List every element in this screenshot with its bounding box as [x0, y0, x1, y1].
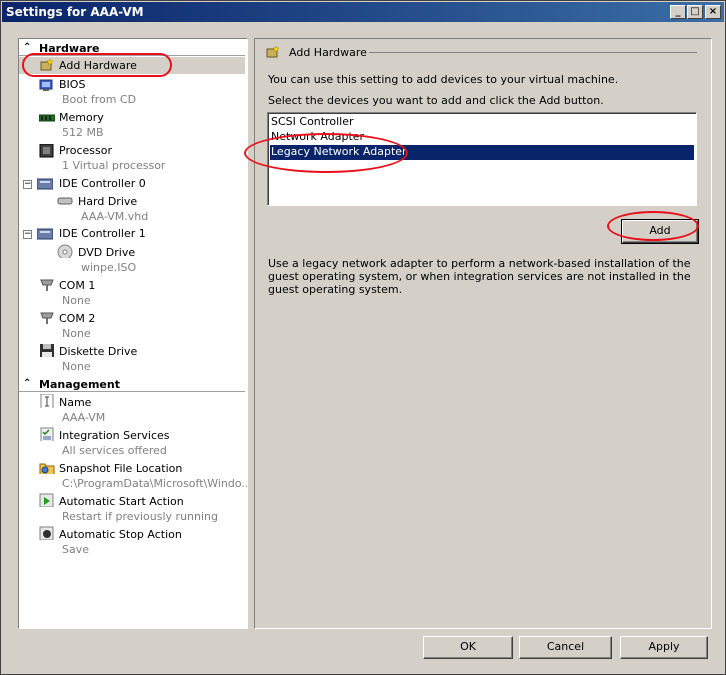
apply-button[interactable]: Apply	[620, 636, 708, 659]
tree-item-value: AAA-VM.vhd	[81, 210, 149, 223]
list-item[interactable]: SCSI Controller	[270, 115, 694, 130]
maximize-button[interactable]: □	[687, 5, 703, 19]
divider	[19, 391, 245, 392]
tree-item-label: COM 1	[59, 279, 96, 292]
tree-item-label: Diskette Drive	[59, 345, 138, 358]
collapse-toggle[interactable]: −	[23, 180, 32, 189]
device-description: Use a legacy network adapter to perform …	[268, 257, 691, 296]
bios-icon	[39, 79, 53, 91]
pane-splitter[interactable]	[249, 38, 253, 629]
tree-item-label: Processor	[59, 144, 112, 157]
collapse-chevron-icon[interactable]: ⌃	[23, 378, 31, 389]
tree-item-value: None	[62, 327, 91, 340]
processor-icon	[39, 144, 54, 158]
add-hardware-panel: Add Hardware You can use this setting to…	[254, 38, 712, 629]
tree-item-processor[interactable]: Processor 1 Virtual processor	[19, 143, 245, 175]
tree-item-dvd-drive[interactable]: DVD Drive winpe.ISO	[19, 244, 245, 276]
section-management-label: Management	[39, 378, 120, 391]
tree-item-integration-services[interactable]: Integration Services All services offere…	[19, 427, 245, 459]
stop-action-icon	[39, 526, 54, 540]
tree-item-hard-drive[interactable]: Hard Drive AAA-VM.vhd	[19, 193, 245, 225]
integration-services-icon	[40, 427, 54, 441]
tree-item-label: Hard Drive	[78, 195, 138, 208]
title-bar: Settings for AAA-VM _ □ ×	[2, 2, 724, 22]
tree-item-label: Name	[59, 396, 92, 409]
tree-item-value: None	[62, 294, 91, 307]
collapse-chevron-icon[interactable]: ⌃	[23, 42, 31, 53]
close-button[interactable]: ×	[705, 5, 721, 19]
tree-item-memory[interactable]: Memory 512 MB	[19, 110, 245, 142]
tree-item-value: None	[62, 360, 91, 373]
tree-item-ide-controller-1[interactable]: − IDE Controller 1	[19, 226, 245, 243]
settings-window: Settings for AAA-VM _ □ × ⌃ Hardware Add…	[0, 0, 726, 675]
com-port-icon	[40, 279, 54, 291]
tree-item-ide-controller-0[interactable]: − IDE Controller 0	[19, 176, 245, 193]
dvd-drive-icon	[57, 244, 73, 258]
ok-button[interactable]: OK	[423, 636, 513, 659]
minimize-button[interactable]: _	[670, 5, 686, 19]
instruction-text: Select the devices you want to add and c…	[268, 94, 604, 107]
memory-icon	[39, 114, 55, 122]
tree-item-label: Snapshot File Location	[59, 462, 183, 475]
annotation-circle	[244, 133, 408, 173]
diskette-icon	[40, 344, 54, 357]
com-port-icon	[40, 312, 54, 324]
tree-item-value: Save	[62, 543, 90, 556]
tree-item-com-2[interactable]: COM 2 None	[19, 310, 245, 342]
ide-controller-icon	[37, 178, 53, 190]
settings-tree: ⌃ Hardware Add Hardware BIOS Boot from C…	[18, 38, 248, 629]
group-title: Add Hardware	[289, 46, 367, 59]
tree-item-label: IDE Controller 1	[59, 227, 146, 240]
tree-item-automatic-stop-action[interactable]: Automatic Stop Action Save	[19, 526, 245, 558]
tree-item-value: AAA-VM	[62, 411, 106, 424]
tree-item-label: COM 2	[59, 312, 96, 325]
tree-item-com-1[interactable]: COM 1 None	[19, 277, 245, 309]
tree-item-value: Boot from CD	[62, 93, 137, 106]
tree-item-label: BIOS	[59, 78, 86, 91]
start-action-icon	[39, 493, 54, 507]
intro-text: You can use this setting to add devices …	[268, 73, 619, 86]
tree-item-label: Memory	[59, 111, 104, 124]
collapse-toggle[interactable]: −	[23, 230, 32, 239]
annotation-circle	[22, 53, 172, 77]
cancel-button[interactable]: Cancel	[519, 636, 612, 659]
hard-drive-icon	[57, 197, 73, 205]
tree-item-bios[interactable]: BIOS Boot from CD	[19, 77, 245, 109]
tree-item-value: 1 Virtual processor	[62, 159, 166, 172]
tree-item-label: Automatic Stop Action	[59, 528, 182, 541]
name-icon	[40, 394, 54, 408]
tree-item-diskette-drive[interactable]: Diskette Drive None	[19, 343, 245, 375]
tree-item-value: winpe.ISO	[81, 261, 137, 274]
ide-controller-icon	[37, 228, 53, 240]
window-title: Settings for AAA-VM	[6, 5, 144, 19]
tree-item-name[interactable]: Name AAA-VM	[19, 394, 245, 426]
group-divider	[369, 52, 697, 53]
snapshot-folder-icon	[39, 463, 55, 474]
tree-item-value: Restart if previously running	[62, 510, 218, 523]
tree-item-value: 512 MB	[62, 126, 104, 139]
tree-item-value: C:\ProgramData\Microsoft\Windo...	[62, 477, 248, 490]
annotation-circle	[607, 211, 699, 241]
tree-item-value: All services offered	[62, 444, 167, 457]
tree-item-label: IDE Controller 0	[59, 177, 146, 190]
add-hardware-icon	[266, 45, 280, 58]
tree-item-label: Integration Services	[59, 429, 170, 442]
tree-item-automatic-start-action[interactable]: Automatic Start Action Restart if previo…	[19, 493, 245, 525]
tree-item-label: Automatic Start Action	[59, 495, 184, 508]
tree-item-snapshot-file-location[interactable]: Snapshot File Location C:\ProgramData\Mi…	[19, 460, 248, 492]
tree-item-label: DVD Drive	[78, 246, 136, 259]
